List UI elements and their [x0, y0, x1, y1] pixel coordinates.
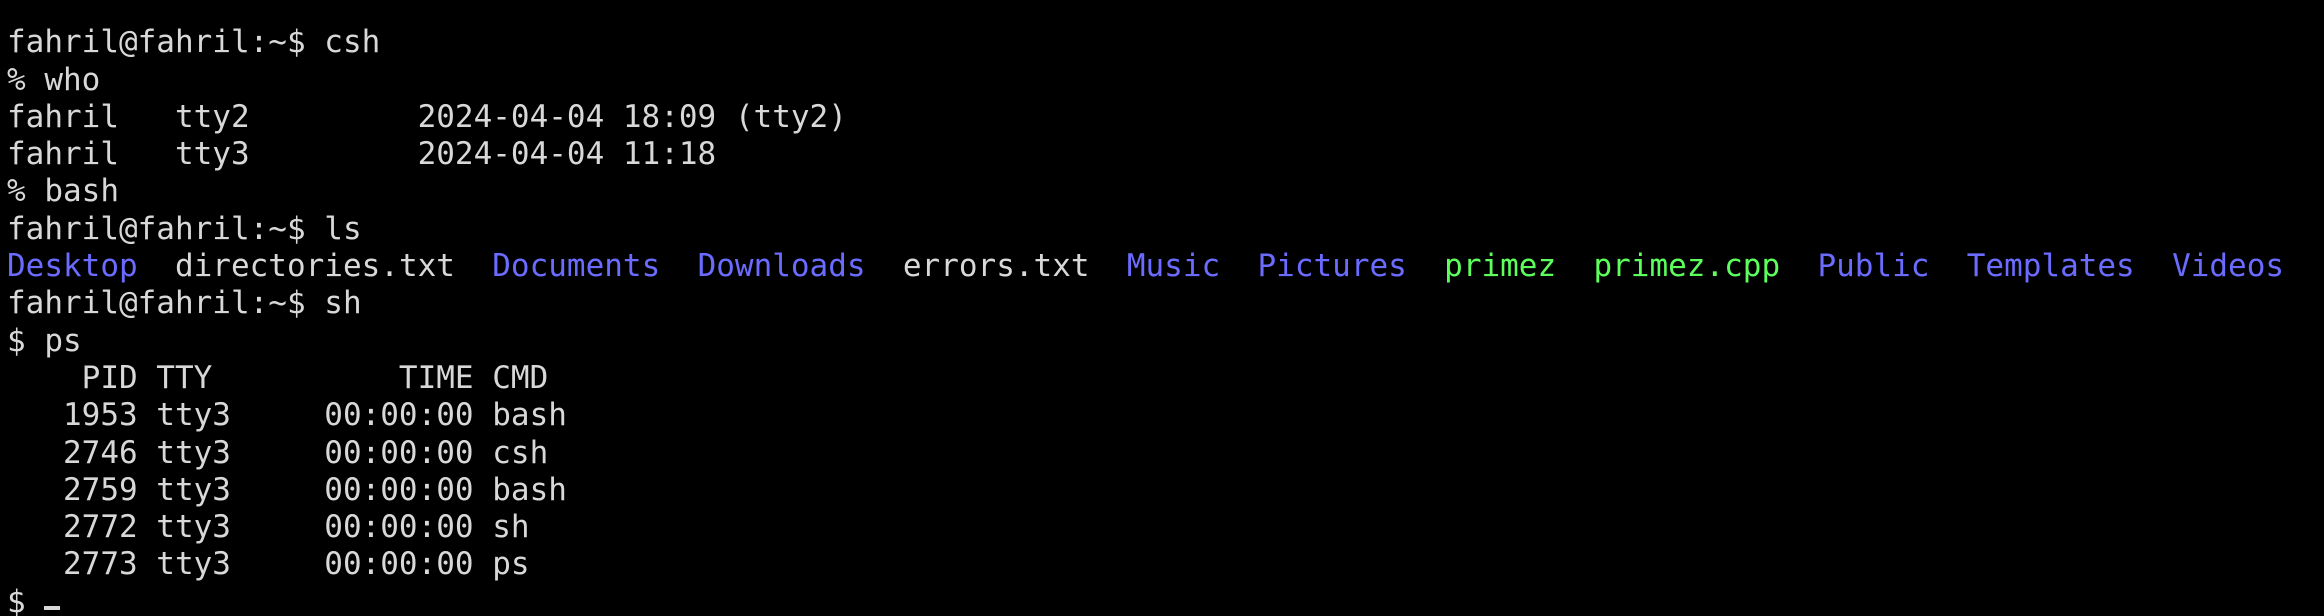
terminal-output[interactable]: fahril@fahril:~$ csh% who fahril tty2 202… [7, 0, 2317, 616]
directory-entry: Videos [2172, 248, 2285, 285]
terminal-line: fahril tty2 2024-04-04 18:09 (tty2) [7, 99, 2317, 136]
terminal-text: fahril@fahril:~$ ls [7, 210, 362, 247]
terminal-text: fahril@fahril:~$ sh [7, 285, 362, 322]
terminal-line: $ [7, 584, 2317, 616]
terminal-line: 1953 tty3 00:00:00 bash [7, 397, 2317, 434]
text-cursor [44, 605, 61, 610]
terminal-line: fahril@fahril:~$ csh [7, 24, 2317, 61]
terminal-text: 2772 tty3 00:00:00 sh [7, 509, 530, 546]
directory-entry: Public [1817, 248, 1930, 285]
terminal-text: 1953 tty3 00:00:00 bash [7, 397, 567, 434]
terminal-line: fahril@fahril:~$ sh [7, 285, 2317, 322]
terminal-text: fahril@fahril:~$ csh [7, 24, 381, 61]
terminal-line: % bash [7, 173, 2317, 210]
terminal-text: 2746 tty3 00:00:00 csh [7, 434, 549, 471]
terminal-text: % bash [7, 173, 119, 210]
executable-entry: primez.cpp [1593, 248, 1781, 285]
terminal-line [7, 0, 2317, 24]
terminal-line: 2746 tty3 00:00:00 csh [7, 435, 2317, 472]
terminal-window[interactable]: { "colors": { "background": "#000000", "… [0, 0, 2324, 616]
directory-entry: Desktop [7, 248, 138, 285]
terminal-text: errors.txt [865, 248, 1127, 285]
executable-entry: primez [1444, 248, 1557, 285]
terminal-text: % who [7, 61, 101, 98]
terminal-line: 2772 tty3 00:00:00 sh [7, 509, 2317, 546]
terminal-line: Desktop directories.txt Documents Downlo… [7, 248, 2317, 285]
terminal-line: $ ps [7, 323, 2317, 360]
terminal-text: fahril tty3 2024-04-04 11:18 [7, 136, 717, 173]
terminal-line: 2759 tty3 00:00:00 bash [7, 472, 2317, 509]
terminal-text: $ [7, 583, 45, 616]
directory-entry: Pictures [1257, 248, 1407, 285]
directory-entry: Documents [492, 248, 661, 285]
terminal-text: directories.txt [137, 248, 493, 285]
terminal-text: 2759 tty3 00:00:00 bash [7, 471, 567, 508]
terminal-text: $ ps [7, 322, 82, 359]
terminal-line: % who [7, 62, 2317, 99]
terminal-text: 2773 tty3 00:00:00 ps [7, 546, 530, 583]
terminal-text: PID TTY TIME CMD [7, 359, 549, 396]
terminal-line: fahril@fahril:~$ ls [7, 211, 2317, 248]
directory-entry: Templates [1966, 248, 2135, 285]
terminal-line: 2773 tty3 00:00:00 ps [7, 546, 2317, 583]
terminal-line: fahril tty3 2024-04-04 11:18 [7, 136, 2317, 173]
directory-entry: Downloads [697, 248, 866, 285]
directory-entry: Music [1126, 248, 1221, 285]
terminal-line: PID TTY TIME CMD [7, 360, 2317, 397]
terminal-text: fahril tty2 2024-04-04 18:09 (tty2) [7, 98, 847, 135]
